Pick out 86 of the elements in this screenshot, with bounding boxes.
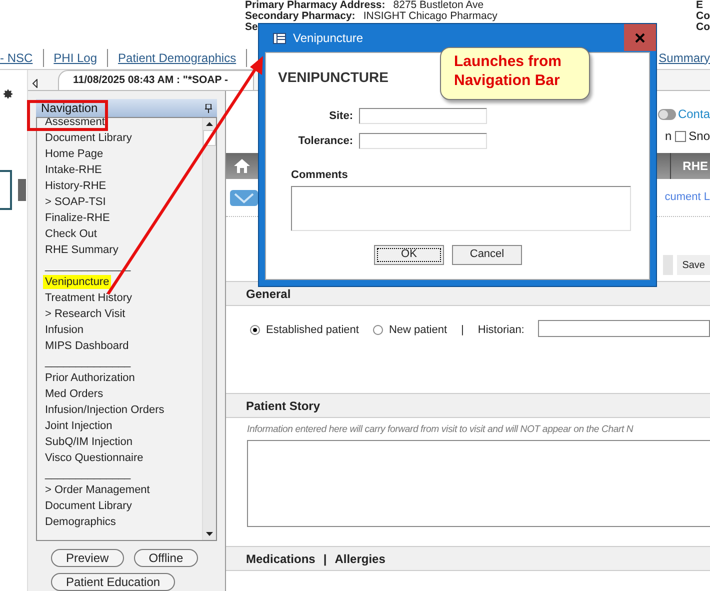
option-label: Sno [688,128,710,145]
encounter-tab[interactable]: 11/08/2025 08:43 AM : "*SOAP - [58,70,254,90]
nav-item[interactable]: SubQ/IM Injection [43,435,134,449]
panel-button[interactable]: Preview [51,549,124,567]
nav-item[interactable]: Prior Authorization [43,371,137,385]
nav-item[interactable]: Joint Injection [43,419,114,433]
panel-button[interactable]: Patient Education [51,573,176,591]
close-button[interactable] [624,24,656,51]
comments-field[interactable] [291,186,631,230]
input-field[interactable] [359,108,487,124]
section-title: Allergies [334,550,386,568]
field-label: Site: [328,109,353,124]
table-icon [273,32,286,44]
nav-item[interactable]: > SOAP-TSI [43,195,108,209]
document-link[interactable]: cument L [664,189,710,206]
nav-item[interactable]: ______________ [43,259,133,273]
window-title: Venipuncture [293,30,364,47]
nav-link[interactable]: Summary [658,48,710,66]
nav-item[interactable]: ______________ [43,467,133,481]
radio-label: New patient [388,323,448,338]
scroll-thumb [18,179,26,201]
nav-item[interactable]: Check Out [43,227,99,241]
nav-item[interactable]: Infusion [43,323,86,337]
story-field[interactable] [247,440,710,528]
panel-edge [0,170,12,210]
nav-item[interactable]: Venipuncture [43,275,112,289]
hint-text: Information entered here will carry forward from visit to visit and will NOT appear on the Chart N [247,423,634,437]
dialog-button[interactable]: Cancel [452,244,522,264]
option-label: n [664,128,672,145]
field-value: INSIGHT Chicago Pharmacy [363,11,498,22]
field-label: Comments [291,168,349,183]
section-title: General [246,286,291,302]
nav-item[interactable]: Treatment History [43,291,134,305]
nav-item[interactable]: Visco Questionnaire [43,451,146,465]
nav-link[interactable]: - NSC [0,48,43,66]
field-value: 8275 Bustleton Ave [393,0,484,11]
logo-icon [230,190,258,206]
contacts-link[interactable]: Conta [678,105,710,123]
separator-text: | [323,550,327,568]
nav-link[interactable]: PHI Log [44,48,108,66]
field-label: Secondary Pharmacy: [245,11,356,22]
pin-icon[interactable] [205,104,212,112]
dialog-heading: VENIPUNCTURE [278,68,388,87]
field-label: Primary Pharmacy Address: [245,0,386,11]
historian-field[interactable] [538,320,710,337]
section-title: Medications [246,550,316,568]
save-button[interactable]: Save [677,255,710,275]
field-label: Se [245,22,258,33]
toggle-switch[interactable] [658,108,676,120]
settings-icon[interactable] [2,88,14,100]
nav-item[interactable]: RHE Summary [43,243,120,257]
section-title: Patient Story [246,398,320,414]
nav-item[interactable]: > Order Management [43,483,152,497]
radio-label: Established patient [266,323,359,338]
radio-button[interactable] [372,325,383,336]
nav-item[interactable]: Home Page [43,147,106,161]
field-label: Historian: [478,323,524,338]
callout-note: Launches from Navigation Bar [440,47,590,100]
close-icon [635,32,645,42]
nav-item[interactable]: Document Library [43,131,134,145]
field-label: E [696,0,704,11]
nav-item[interactable]: Med Orders [43,387,106,401]
separator-text: | [461,323,464,338]
toolbar-tab[interactable]: RHE [670,153,710,179]
input-field[interactable] [359,132,487,149]
radio-button[interactable] [250,325,260,336]
field-label: Co [696,11,710,22]
toolbar-separator [663,255,674,275]
panel-button[interactable]: Offline [134,549,198,567]
nav-item[interactable]: Demographics [43,515,118,529]
panel-title: Navigation [41,100,98,117]
home-icon[interactable] [234,159,250,173]
nav-item[interactable]: Intake-RHE [43,163,104,177]
checkbox[interactable] [674,130,686,142]
nav-item[interactable]: MIPS Dashboard [43,339,131,353]
field-label: Co [696,22,710,33]
nav-item[interactable]: ______________ [43,355,133,369]
nav-item[interactable]: > Research Visit [43,307,128,321]
field-label: Tolerance: [297,134,353,148]
nav-item[interactable]: Document Library [43,499,134,513]
nav-item[interactable]: History-RHE [43,179,108,193]
scrollbar[interactable] [202,118,216,540]
nav-item[interactable]: Finalize-RHE [43,211,112,225]
nav-link[interactable]: Patient Demographics [108,48,246,66]
dialog-button[interactable]: OK [374,244,444,264]
nav-item[interactable]: Infusion/Injection Orders [43,403,166,417]
